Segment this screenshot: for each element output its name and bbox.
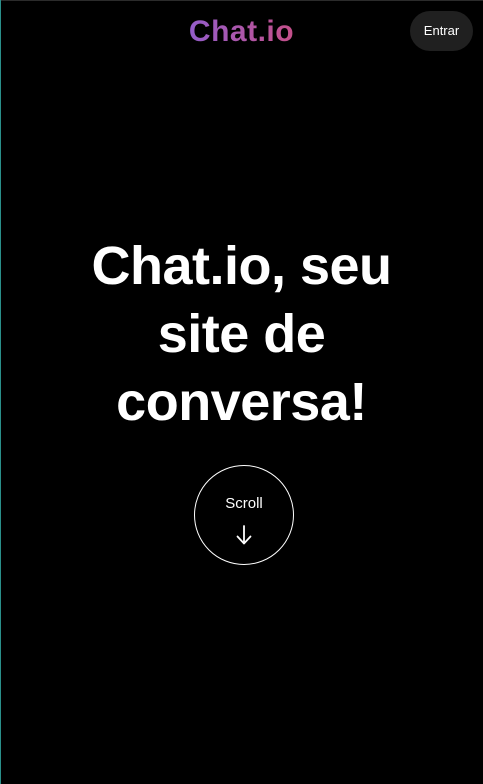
top-header: Chat.io Entrar bbox=[0, 0, 483, 64]
scroll-label: Scroll bbox=[225, 495, 263, 512]
hero-title: Chat.io, seu site de conversa! bbox=[91, 236, 392, 432]
window-left-border bbox=[0, 0, 1, 784]
scroll-button[interactable]: Scroll bbox=[194, 465, 294, 565]
arrow-down-icon bbox=[236, 525, 252, 545]
login-button[interactable]: Entrar bbox=[410, 11, 473, 51]
